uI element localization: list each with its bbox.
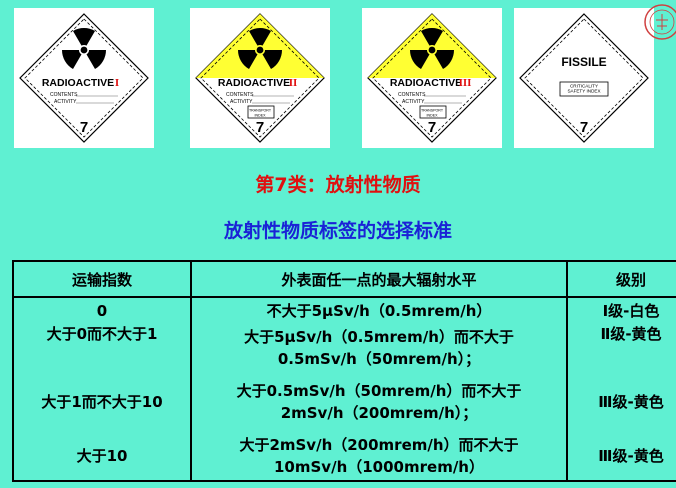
- cell-level-line: 大于5μSv/h（0.5mrem/h）而不大于: [244, 328, 514, 346]
- table-header-row: 运输指数 外表面任一点的最大辐射水平 级别: [12, 260, 676, 298]
- label-main-text: RADIOACTIVE: [390, 77, 462, 89]
- cell-index: 大于0而不大于1: [12, 323, 192, 373]
- cell-level-line: 2mSv/h（200mrem/h）；: [280, 404, 478, 422]
- label-main-text: FISSILE: [561, 55, 606, 69]
- label-activity-text: ACTIVITY: [54, 99, 77, 105]
- cell-level-line: 不大于5μSv/h（0.5mrem/h）: [266, 301, 492, 320]
- cell-grade: Ⅱ级-黄色: [566, 323, 676, 373]
- selection-criteria-table: 运输指数 外表面任一点的最大辐射水平 级别 0 不大于5μSv/h（0.5mre…: [12, 260, 676, 482]
- header-transport-index: 运输指数: [12, 260, 192, 298]
- label-main-text: RADIOACTIVE: [218, 77, 290, 89]
- label-contents-text: CONTENTS: [398, 92, 426, 98]
- label-class-number: 7: [80, 119, 88, 136]
- cell-level: 大于0.5mSv/h（50mrem/h）而不大于 2mSv/h（200mrem/…: [190, 373, 568, 431]
- label-class-number: 7: [256, 119, 264, 136]
- label-index-text: INDEX: [255, 114, 267, 118]
- cell-grade: Ⅲ级-黄色: [566, 373, 676, 431]
- cell-level-line: 大于2mSv/h（200mrem/h）而不大于: [239, 435, 519, 454]
- label-category: I: [115, 77, 119, 89]
- cell-level-line: 大于0.5mSv/h（50mrem/h）而不大于: [236, 382, 522, 400]
- cell-index: 大于10: [12, 431, 192, 482]
- cell-index: 大于1而不大于10: [12, 373, 192, 431]
- table-row: 大于10 大于2mSv/h（200mrem/h）而不大于 10mSv/h（100…: [12, 431, 676, 482]
- label-index-text: SAFETY INDEX: [567, 89, 600, 94]
- cell-grade: Ⅲ级-黄色: [566, 431, 676, 482]
- seal-stamp-icon: [644, 4, 676, 40]
- radioactive-i-label: RADIOACTIVE I CONTENTS ACTIVITY 7: [14, 8, 154, 148]
- header-category: 级别: [566, 260, 676, 298]
- table-row: 大于1而不大于10 大于0.5mSv/h（50mrem/h）而不大于 2mSv/…: [12, 373, 676, 431]
- cell-index: 0: [12, 297, 192, 323]
- label-index-text: TRANSPORT: [249, 109, 272, 113]
- class-title: 第7类：放射性物质: [255, 174, 421, 196]
- label-index-text: TRANSPORT: [421, 109, 444, 113]
- label-activity-text: ACTIVITY: [402, 99, 425, 105]
- label-contents-text: CONTENTS: [226, 92, 254, 98]
- cell-level-line: 10mSv/h（1000mrem/h）: [274, 457, 484, 476]
- label-class-number: 7: [580, 119, 588, 136]
- label-category: II: [289, 77, 298, 89]
- radioactive-iii-label: RADIOACTIVE III CONTENTS ACTIVITY TRANSPORT I…: [362, 8, 502, 148]
- table-row: 0 不大于5μSv/h（0.5mrem/h） Ⅰ级-白色: [12, 297, 676, 323]
- header-max-radiation-level: 外表面任一点的最大辐射水平: [190, 260, 568, 298]
- label-class-number: 7: [428, 119, 436, 136]
- label-main-text: RADIOACTIVE: [42, 77, 114, 89]
- label-activity-text: ACTIVITY: [230, 99, 253, 105]
- radioactive-ii-label: RADIOACTIVE II CONTENTS ACTIVITY TRANSPORT IN…: [190, 8, 330, 148]
- cell-grade: Ⅰ级-白色: [566, 297, 676, 323]
- label-index-text: INDEX: [427, 114, 439, 118]
- cell-level-line: 0.5mSv/h（50mrem/h）；: [277, 350, 481, 368]
- cell-level: 不大于5μSv/h（0.5mrem/h）: [190, 297, 568, 323]
- section-title: 放射性物质标签的选择标准: [223, 220, 452, 242]
- table-row: 大于0而不大于1 大于5μSv/h（0.5mrem/h）而不大于 0.5mSv/…: [12, 323, 676, 373]
- label-category: III: [459, 77, 472, 89]
- cell-level: 大于5μSv/h（0.5mrem/h）而不大于 0.5mSv/h（50mrem/…: [190, 323, 568, 373]
- cell-level: 大于2mSv/h（200mrem/h）而不大于 10mSv/h（1000mrem…: [190, 431, 568, 482]
- label-contents-text: CONTENTS: [50, 92, 78, 98]
